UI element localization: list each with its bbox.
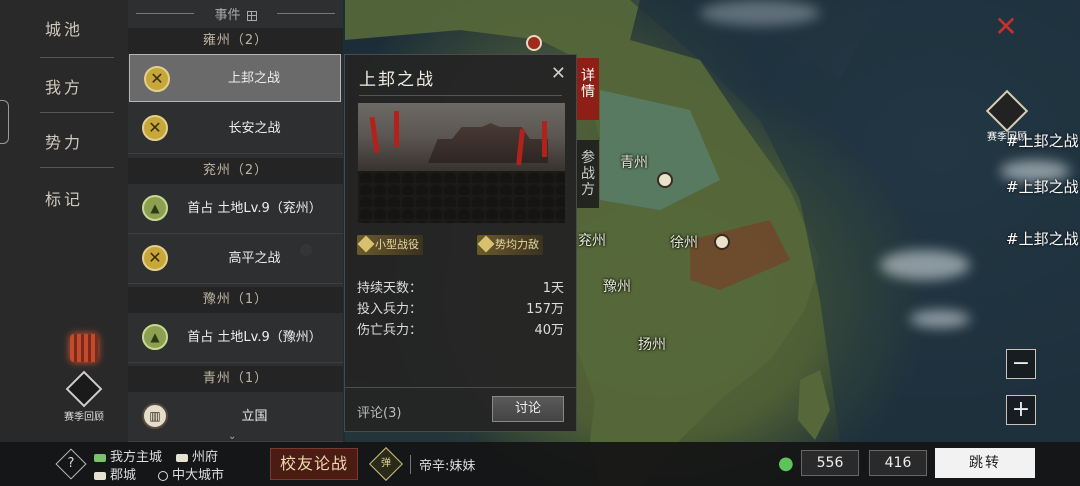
cloud	[880, 250, 970, 280]
army-crowd	[358, 171, 565, 223]
season-emblem-icon	[985, 89, 1029, 133]
legend-own-capital: 我方主城	[94, 446, 162, 465]
news-ticker-item[interactable]: #上邽之战	[1006, 130, 1079, 151]
grid-view-icon[interactable]	[246, 10, 257, 21]
detail-title: 上邽之战	[359, 70, 435, 90]
event-detail-panel: 上邽之战 ✕ 小型战役 势均力敌 持续天数： 1天 投入兵力： 157万 伤亡兵…	[344, 54, 577, 432]
legend-large-city: 中大城市	[158, 464, 224, 483]
battle-stats: 持续天数： 1天 投入兵力： 157万 伤亡兵力： 40万	[357, 277, 564, 340]
tab-participants[interactable]: 参战方	[577, 140, 599, 208]
event-list-header: 事件	[128, 4, 343, 23]
legend-prefecture: 州府	[176, 446, 218, 465]
land-icon: ▲	[142, 195, 168, 221]
nav-item-marks[interactable]: 标记	[0, 172, 128, 228]
enemy-city-icon[interactable]	[526, 35, 542, 51]
close-icon[interactable]: ✕	[551, 63, 566, 84]
zoom-in-button[interactable]: +	[1006, 395, 1036, 425]
nav-divider	[40, 167, 114, 168]
war-banner	[394, 111, 399, 147]
help-icon: ?	[67, 456, 75, 471]
title-divider	[359, 95, 562, 96]
season-emblem-icon	[65, 370, 103, 408]
event-item-changan-battle[interactable]: ✕ 长安之战	[128, 104, 343, 154]
side-nav: 城池 我方 势力 标记 赛季回顾	[0, 0, 128, 442]
region-header-yanzhou: 兖州（2）	[128, 158, 343, 184]
tab-details[interactable]: 详情	[577, 58, 599, 120]
map-label-yanzhou: 兖州	[578, 233, 606, 249]
city-gate-icon[interactable]	[70, 334, 98, 362]
header-line	[136, 13, 194, 14]
jump-button[interactable]: 跳转	[935, 448, 1035, 478]
castle-silhouette	[428, 123, 548, 163]
comments-count[interactable]: 评论(3)	[357, 402, 401, 421]
cloud	[700, 0, 820, 26]
location-pin-icon: ●	[778, 453, 794, 474]
map-label-yuzhou: 豫州	[603, 279, 631, 295]
event-item-gaoping-battle[interactable]: ✕ 高平之战	[128, 234, 343, 284]
cloud	[910, 310, 970, 328]
region-header-yuzhou: 豫州（1）	[128, 287, 343, 313]
news-ticker-item[interactable]: #上邽之战	[1006, 228, 1079, 249]
faction-emblem-icon: 弹	[381, 458, 391, 469]
bottom-bar: ? 我方主城 州府 郡城 中大城市 校友论战 弹 帝辛:妹妹 ● 556 416…	[0, 442, 1080, 486]
discuss-button[interactable]: 讨论	[492, 396, 564, 422]
help-button[interactable]: ?	[55, 448, 87, 480]
footer-divider	[345, 387, 576, 388]
crossed-swords-icon: ✕	[144, 66, 170, 92]
region-header-yongzhou: 雍州（2）	[128, 28, 343, 54]
war-banner	[369, 116, 380, 154]
header-line	[277, 13, 335, 14]
region-header-qingzhou: 青州（1）	[128, 366, 343, 392]
legend-commandery: 郡城	[94, 464, 136, 483]
large-city-marker-icon	[158, 470, 168, 481]
close-icon[interactable]: ✕	[993, 13, 1019, 41]
capital-marker-icon	[94, 453, 106, 462]
battle-tags: 小型战役 势均力敌	[357, 235, 567, 257]
zoom-out-button[interactable]: −	[1006, 349, 1036, 379]
event-item-land-yuzhou[interactable]: ▲ 首占 土地Lv.9（豫州）	[128, 313, 343, 363]
coord-x-input[interactable]: 556	[801, 450, 859, 476]
stat-duration: 持续天数： 1天	[357, 281, 564, 296]
event-item-shanggui-battle[interactable]: ✕ 上邽之战	[129, 54, 341, 102]
map-label-qingzhou: 青州	[620, 155, 648, 171]
nav-divider	[40, 112, 114, 113]
crossed-swords-icon: ✕	[142, 115, 168, 141]
battle-illustration	[358, 103, 565, 223]
nav-divider	[40, 57, 114, 58]
tag-evenly-matched: 势均力敌	[477, 235, 543, 255]
event-list: 事件 雍州（2） ✕ 上邽之战 ✕ 长安之战 兖州（2） ▲ 首占 土地Lv.9…	[128, 0, 343, 442]
nav-item-ours[interactable]: 我方	[0, 60, 128, 116]
chevron-down-icon[interactable]: ⌄	[228, 431, 238, 442]
map-label-xuzhou: 徐州	[670, 235, 698, 251]
stat-troops: 投入兵力： 157万	[357, 302, 564, 317]
city-gate-icon: ▥	[142, 403, 168, 429]
prefecture-marker-icon	[176, 453, 188, 462]
city-icon[interactable]	[657, 172, 673, 188]
news-ticker-item[interactable]: #上邽之战	[1006, 176, 1079, 197]
season-review-button[interactable]: 赛季回顾	[56, 370, 112, 423]
crossed-swords-icon: ✕	[142, 245, 168, 271]
commandery-marker-icon	[94, 471, 106, 480]
stat-casualties: 伤亡兵力： 40万	[357, 323, 564, 338]
map-label-yangzhou: 扬州	[638, 337, 666, 353]
coord-y-input[interactable]: 416	[869, 450, 927, 476]
city-icon[interactable]	[714, 234, 730, 250]
war-banner	[542, 121, 547, 157]
ruler-name: 帝辛:妹妹	[410, 455, 475, 474]
tag-small-battle: 小型战役	[357, 235, 423, 255]
brand-logo[interactable]: 校友论战	[270, 448, 358, 480]
nav-item-cities[interactable]: 城池	[0, 2, 128, 58]
event-item-land-yanzhou[interactable]: ▲ 首占 土地Lv.9（兖州）	[128, 184, 343, 234]
faction-emblem[interactable]: 弹	[369, 447, 403, 481]
nav-item-forces[interactable]: 势力	[0, 115, 128, 171]
land-icon: ▲	[142, 324, 168, 350]
